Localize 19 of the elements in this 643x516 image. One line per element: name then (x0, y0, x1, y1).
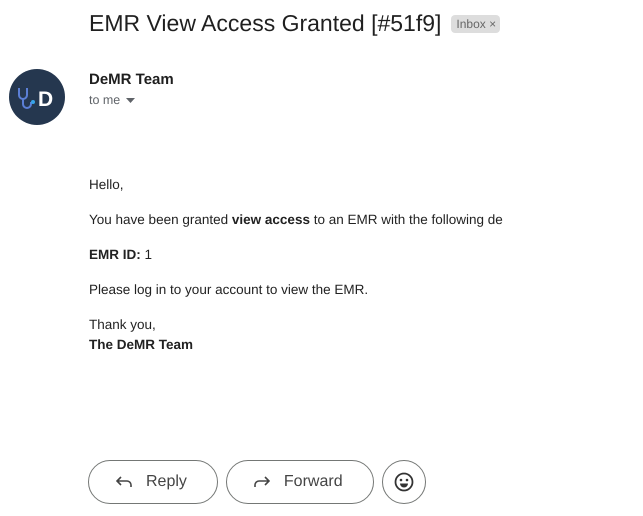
signoff-text: Thank you, (89, 317, 157, 332)
reply-button[interactable]: Reply (88, 460, 218, 504)
sender-name: DeMR Team (89, 71, 174, 88)
body-paragraph: You have been granted view access to an EMR with the following de (89, 212, 504, 227)
reply-arrow-icon (116, 476, 132, 488)
emoji-reaction-button[interactable] (382, 460, 426, 504)
dropdown-caret-icon[interactable] (126, 98, 136, 102)
body-paragraph: EMR ID: 1 (89, 247, 154, 262)
forward-arrow-icon (254, 476, 270, 488)
body-paragraph: Hello, (89, 177, 125, 192)
inbox-label[interactable]: Inbox × (451, 14, 500, 32)
body-paragraph: Please log in to your account to view the EMR. (89, 282, 370, 297)
email-subject: EMR View Access Granted [#51f9] (89, 10, 442, 37)
smiley-icon (394, 472, 414, 492)
signature-text: The DeMR Team (89, 337, 194, 352)
sender-avatar: D (9, 69, 65, 125)
remove-label-button[interactable]: × (489, 16, 496, 30)
forward-button[interactable]: Forward (226, 460, 374, 504)
recipient-text: to me (89, 93, 120, 107)
